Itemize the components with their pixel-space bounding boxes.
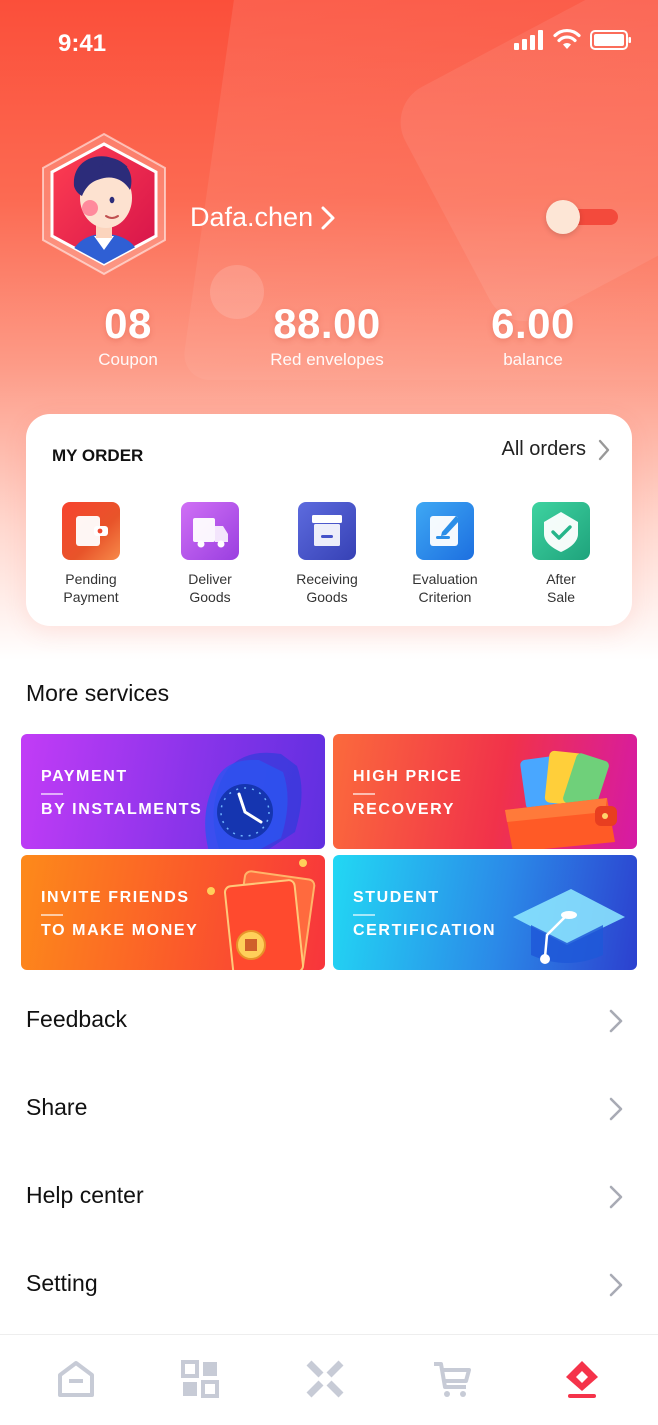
chevron-right-icon <box>609 1273 623 1297</box>
my-order-card: MY ORDER All orders Pending Payment Deli… <box>26 414 632 626</box>
status-bar: 9:41 <box>0 0 658 88</box>
menu-item-label: Help center <box>26 1182 144 1208</box>
stat-label: Coupon <box>98 350 158 369</box>
avatar[interactable] <box>38 132 170 276</box>
service-card-line1: HIGH PRICE <box>353 768 463 795</box>
order-item-label: After Sale <box>546 571 576 605</box>
all-orders-link[interactable]: All orders <box>502 438 610 461</box>
service-card-student-certification[interactable]: STUDENT CERTIFICATION <box>333 855 637 970</box>
avatar-image <box>42 132 166 276</box>
order-evaluation-criterion[interactable]: Evaluation Criterion <box>390 502 500 606</box>
username-text: Dafa.chen <box>190 202 314 232</box>
order-after-sale[interactable]: After Sale <box>506 502 616 606</box>
graduation-cap-icon <box>487 855 637 970</box>
menu-item-setting[interactable]: Setting <box>0 1240 658 1328</box>
stat-balance[interactable]: 6.00 balance <box>470 300 596 370</box>
wallet-icon <box>62 502 120 560</box>
tab-home[interactable] <box>56 1359 96 1399</box>
username-link[interactable]: Dafa.chen <box>190 202 335 233</box>
order-title: MY ORDER <box>52 446 144 465</box>
wallet-cards-icon <box>487 734 637 849</box>
stat-value: 08 <box>104 300 152 347</box>
stat-coupon[interactable]: 08 Coupon <box>78 300 178 370</box>
chevron-right-icon <box>609 1185 623 1209</box>
order-item-label: Receiving Goods <box>296 571 358 605</box>
menu-item-label: Share <box>26 1094 88 1120</box>
order-item-label: Pending Payment <box>63 571 119 605</box>
service-card-line1: PAYMENT <box>41 768 128 795</box>
chevron-right-icon <box>609 1009 623 1033</box>
service-card-invite-friends[interactable]: INVITE FRIENDS TO MAKE MONEY <box>21 855 325 970</box>
grid-icon <box>181 1360 219 1398</box>
service-card-line2: TO MAKE MONEY <box>41 922 199 939</box>
tab-cart[interactable] <box>432 1359 472 1399</box>
cellular-signal-icon <box>514 30 543 50</box>
stat-value: 6.00 <box>491 300 575 347</box>
tab-category[interactable] <box>180 1359 220 1399</box>
mode-toggle[interactable] <box>546 200 618 234</box>
battery-icon <box>590 30 631 50</box>
chevron-right-icon <box>598 439 610 460</box>
all-orders-label: All orders <box>501 438 586 460</box>
stat-label: Red envelopes <box>270 350 384 369</box>
order-receiving-goods[interactable]: Receiving Goods <box>272 502 382 606</box>
edit-icon <box>416 502 474 560</box>
stat-red-envelopes[interactable]: 88.00 Red envelopes <box>252 300 402 370</box>
order-pending-payment[interactable]: Pending Payment <box>36 502 146 606</box>
truck-icon <box>181 502 239 560</box>
box-icon <box>298 502 356 560</box>
cart-icon <box>434 1362 471 1397</box>
order-deliver-goods[interactable]: Deliver Goods <box>155 502 265 606</box>
service-card-high-price-recovery[interactable]: HIGH PRICE RECOVERY <box>333 734 637 849</box>
service-card-line1: INVITE FRIENDS <box>41 889 190 916</box>
menu-item-help-center[interactable]: Help center <box>0 1152 658 1240</box>
tab-discover[interactable] <box>305 1359 345 1399</box>
red-envelope-icon <box>185 855 325 970</box>
order-item-label: Evaluation Criterion <box>412 571 478 605</box>
home-icon <box>58 1361 94 1397</box>
more-services-title: More services <box>26 680 170 706</box>
menu-item-label: Feedback <box>26 1006 128 1032</box>
order-item-label: Deliver Goods <box>188 571 232 605</box>
menu-item-share[interactable]: Share <box>0 1064 658 1152</box>
menu-item-label: Setting <box>26 1270 98 1296</box>
stat-value: 88.00 <box>273 300 381 347</box>
bottom-tab-bar <box>0 1334 658 1425</box>
service-card-line1: STUDENT <box>353 889 440 916</box>
chevron-right-icon <box>609 1097 623 1121</box>
wifi-icon <box>553 28 581 49</box>
service-card-line2: RECOVERY <box>353 801 456 818</box>
toggle-knob <box>546 200 580 234</box>
service-card-line2: BY INSTALMENTS <box>41 801 203 818</box>
tab-profile[interactable] <box>562 1359 602 1399</box>
profile-diamond-icon <box>566 1361 598 1398</box>
shield-check-icon <box>532 502 590 560</box>
chevron-right-icon <box>321 206 335 229</box>
service-card-line2: CERTIFICATION <box>353 922 497 939</box>
cross-icon <box>306 1360 344 1398</box>
status-time: 9:41 <box>58 30 107 57</box>
clock-icon <box>185 734 325 849</box>
stat-label: balance <box>503 350 563 369</box>
menu-item-feedback[interactable]: Feedback <box>0 976 658 1064</box>
service-card-payment-instalments[interactable]: PAYMENT BY INSTALMENTS <box>21 734 325 849</box>
